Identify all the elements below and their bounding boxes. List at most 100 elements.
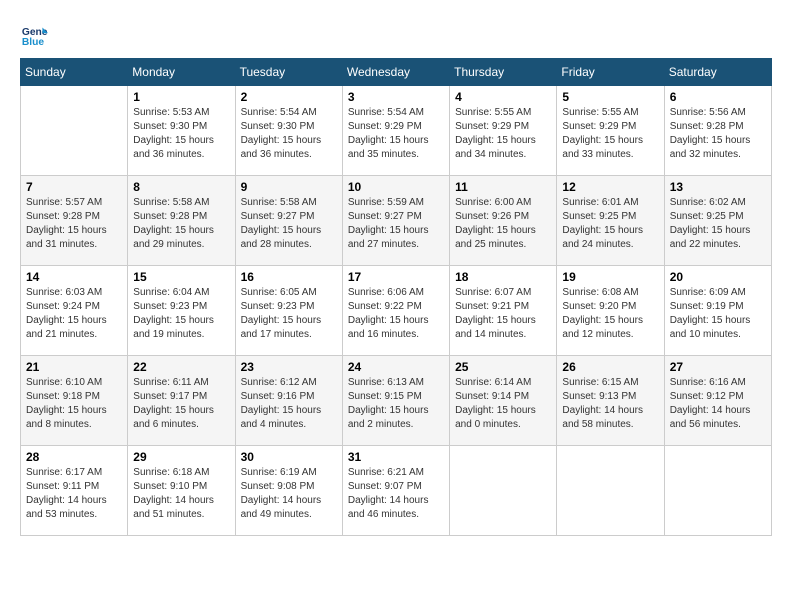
cell-info: Sunrise: 6:09 AM Sunset: 9:19 PM Dayligh… bbox=[670, 286, 766, 342]
cell-info: Sunrise: 5:53 AM Sunset: 9:30 PM Dayligh… bbox=[133, 106, 229, 162]
day-number: 4 bbox=[455, 90, 551, 104]
day-number: 26 bbox=[562, 360, 658, 374]
day-number: 28 bbox=[26, 450, 122, 464]
calendar-cell: 22 Sunrise: 6:11 AM Sunset: 9:17 PM Dayli… bbox=[128, 356, 235, 446]
cell-info: Sunrise: 6:16 AM Sunset: 9:12 PM Dayligh… bbox=[670, 376, 766, 432]
day-number: 19 bbox=[562, 270, 658, 284]
cell-info: Sunrise: 6:12 AM Sunset: 9:16 PM Dayligh… bbox=[241, 376, 337, 432]
week-row-2: 7 Sunrise: 5:57 AM Sunset: 9:28 PM Daylig… bbox=[21, 176, 772, 266]
logo: General Blue bbox=[20, 20, 52, 48]
cell-info: Sunrise: 6:01 AM Sunset: 9:25 PM Dayligh… bbox=[562, 196, 658, 252]
logo-icon: General Blue bbox=[20, 20, 48, 48]
day-number: 16 bbox=[241, 270, 337, 284]
day-number: 30 bbox=[241, 450, 337, 464]
day-number: 12 bbox=[562, 180, 658, 194]
weekday-header-wednesday: Wednesday bbox=[342, 59, 449, 86]
day-number: 2 bbox=[241, 90, 337, 104]
cell-info: Sunrise: 6:13 AM Sunset: 9:15 PM Dayligh… bbox=[348, 376, 444, 432]
weekday-header-saturday: Saturday bbox=[664, 59, 771, 86]
day-number: 24 bbox=[348, 360, 444, 374]
day-number: 18 bbox=[455, 270, 551, 284]
week-row-1: 1Sunrise: 5:53 AM Sunset: 9:30 PM Daylig… bbox=[21, 86, 772, 176]
calendar-cell: 17 Sunrise: 6:06 AM Sunset: 9:22 PM Dayli… bbox=[342, 266, 449, 356]
day-number: 6 bbox=[670, 90, 766, 104]
calendar-cell: 13 Sunrise: 6:02 AM Sunset: 9:25 PM Dayli… bbox=[664, 176, 771, 266]
day-number: 17 bbox=[348, 270, 444, 284]
calendar-cell: 30 Sunrise: 6:19 AM Sunset: 9:08 PM Dayli… bbox=[235, 446, 342, 536]
calendar-cell: 2 Sunrise: 5:54 AM Sunset: 9:30 PM Daylig… bbox=[235, 86, 342, 176]
day-number: 11 bbox=[455, 180, 551, 194]
day-number: 14 bbox=[26, 270, 122, 284]
calendar-cell: 11 Sunrise: 6:00 AM Sunset: 9:26 PM Dayli… bbox=[450, 176, 557, 266]
weekday-header-monday: Monday bbox=[128, 59, 235, 86]
day-number: 3 bbox=[348, 90, 444, 104]
cell-info: Sunrise: 6:17 AM Sunset: 9:11 PM Dayligh… bbox=[26, 466, 122, 522]
calendar-cell: 26 Sunrise: 6:15 AM Sunset: 9:13 PM Dayli… bbox=[557, 356, 664, 446]
cell-info: Sunrise: 5:55 AM Sunset: 9:29 PM Dayligh… bbox=[455, 106, 551, 162]
day-number: 5 bbox=[562, 90, 658, 104]
calendar-cell bbox=[557, 446, 664, 536]
calendar-cell: 1Sunrise: 5:53 AM Sunset: 9:30 PM Daylig… bbox=[128, 86, 235, 176]
calendar-cell: 31Sunrise: 6:21 AM Sunset: 9:07 PM Dayli… bbox=[342, 446, 449, 536]
day-number: 15 bbox=[133, 270, 229, 284]
calendar-cell: 3 Sunrise: 5:54 AM Sunset: 9:29 PM Daylig… bbox=[342, 86, 449, 176]
week-row-3: 14 Sunrise: 6:03 AM Sunset: 9:24 PM Dayli… bbox=[21, 266, 772, 356]
cell-info: Sunrise: 6:11 AM Sunset: 9:17 PM Dayligh… bbox=[133, 376, 229, 432]
cell-info: Sunrise: 5:57 AM Sunset: 9:28 PM Dayligh… bbox=[26, 196, 122, 252]
cell-info: Sunrise: 6:08 AM Sunset: 9:20 PM Dayligh… bbox=[562, 286, 658, 342]
day-number: 25 bbox=[455, 360, 551, 374]
day-number: 23 bbox=[241, 360, 337, 374]
cell-info: Sunrise: 6:07 AM Sunset: 9:21 PM Dayligh… bbox=[455, 286, 551, 342]
week-row-5: 28 Sunrise: 6:17 AM Sunset: 9:11 PM Dayli… bbox=[21, 446, 772, 536]
calendar-table: SundayMondayTuesdayWednesdayThursdayFrid… bbox=[20, 58, 772, 536]
calendar-cell: 10Sunrise: 5:59 AM Sunset: 9:27 PM Dayli… bbox=[342, 176, 449, 266]
day-number: 13 bbox=[670, 180, 766, 194]
weekday-header-tuesday: Tuesday bbox=[235, 59, 342, 86]
cell-info: Sunrise: 6:00 AM Sunset: 9:26 PM Dayligh… bbox=[455, 196, 551, 252]
cell-info: Sunrise: 6:18 AM Sunset: 9:10 PM Dayligh… bbox=[133, 466, 229, 522]
calendar-cell bbox=[21, 86, 128, 176]
calendar-cell: 14 Sunrise: 6:03 AM Sunset: 9:24 PM Dayli… bbox=[21, 266, 128, 356]
calendar-cell: 7 Sunrise: 5:57 AM Sunset: 9:28 PM Daylig… bbox=[21, 176, 128, 266]
calendar-cell bbox=[450, 446, 557, 536]
cell-info: Sunrise: 6:15 AM Sunset: 9:13 PM Dayligh… bbox=[562, 376, 658, 432]
cell-info: Sunrise: 6:14 AM Sunset: 9:14 PM Dayligh… bbox=[455, 376, 551, 432]
calendar-cell: 20 Sunrise: 6:09 AM Sunset: 9:19 PM Dayli… bbox=[664, 266, 771, 356]
cell-info: Sunrise: 5:59 AM Sunset: 9:27 PM Dayligh… bbox=[348, 196, 444, 252]
weekday-header-friday: Friday bbox=[557, 59, 664, 86]
weekday-header-thursday: Thursday bbox=[450, 59, 557, 86]
calendar-cell: 29 Sunrise: 6:18 AM Sunset: 9:10 PM Dayli… bbox=[128, 446, 235, 536]
day-number: 27 bbox=[670, 360, 766, 374]
cell-info: Sunrise: 6:02 AM Sunset: 9:25 PM Dayligh… bbox=[670, 196, 766, 252]
calendar-cell: 4 Sunrise: 5:55 AM Sunset: 9:29 PM Daylig… bbox=[450, 86, 557, 176]
calendar-cell bbox=[664, 446, 771, 536]
cell-info: Sunrise: 6:06 AM Sunset: 9:22 PM Dayligh… bbox=[348, 286, 444, 342]
calendar-cell: 8Sunrise: 5:58 AM Sunset: 9:28 PM Daylig… bbox=[128, 176, 235, 266]
calendar-cell: 21 Sunrise: 6:10 AM Sunset: 9:18 PM Dayli… bbox=[21, 356, 128, 446]
page-header: General Blue bbox=[20, 20, 772, 48]
calendar-cell: 24 Sunrise: 6:13 AM Sunset: 9:15 PM Dayli… bbox=[342, 356, 449, 446]
day-number: 29 bbox=[133, 450, 229, 464]
svg-text:Blue: Blue bbox=[22, 37, 45, 48]
calendar-cell: 6 Sunrise: 5:56 AM Sunset: 9:28 PM Daylig… bbox=[664, 86, 771, 176]
cell-info: Sunrise: 5:58 AM Sunset: 9:28 PM Dayligh… bbox=[133, 196, 229, 252]
day-number: 7 bbox=[26, 180, 122, 194]
cell-info: Sunrise: 6:10 AM Sunset: 9:18 PM Dayligh… bbox=[26, 376, 122, 432]
day-number: 9 bbox=[241, 180, 337, 194]
cell-info: Sunrise: 5:56 AM Sunset: 9:28 PM Dayligh… bbox=[670, 106, 766, 162]
cell-info: Sunrise: 5:54 AM Sunset: 9:29 PM Dayligh… bbox=[348, 106, 444, 162]
day-number: 21 bbox=[26, 360, 122, 374]
cell-info: Sunrise: 5:58 AM Sunset: 9:27 PM Dayligh… bbox=[241, 196, 337, 252]
cell-info: Sunrise: 5:54 AM Sunset: 9:30 PM Dayligh… bbox=[241, 106, 337, 162]
cell-info: Sunrise: 6:19 AM Sunset: 9:08 PM Dayligh… bbox=[241, 466, 337, 522]
cell-info: Sunrise: 6:04 AM Sunset: 9:23 PM Dayligh… bbox=[133, 286, 229, 342]
calendar-cell: 28 Sunrise: 6:17 AM Sunset: 9:11 PM Dayli… bbox=[21, 446, 128, 536]
day-number: 31 bbox=[348, 450, 444, 464]
cell-info: Sunrise: 6:03 AM Sunset: 9:24 PM Dayligh… bbox=[26, 286, 122, 342]
calendar-cell: 23 Sunrise: 6:12 AM Sunset: 9:16 PM Dayli… bbox=[235, 356, 342, 446]
calendar-cell: 15 Sunrise: 6:04 AM Sunset: 9:23 PM Dayli… bbox=[128, 266, 235, 356]
calendar-cell: 19 Sunrise: 6:08 AM Sunset: 9:20 PM Dayli… bbox=[557, 266, 664, 356]
cell-info: Sunrise: 5:55 AM Sunset: 9:29 PM Dayligh… bbox=[562, 106, 658, 162]
day-number: 22 bbox=[133, 360, 229, 374]
day-number: 20 bbox=[670, 270, 766, 284]
